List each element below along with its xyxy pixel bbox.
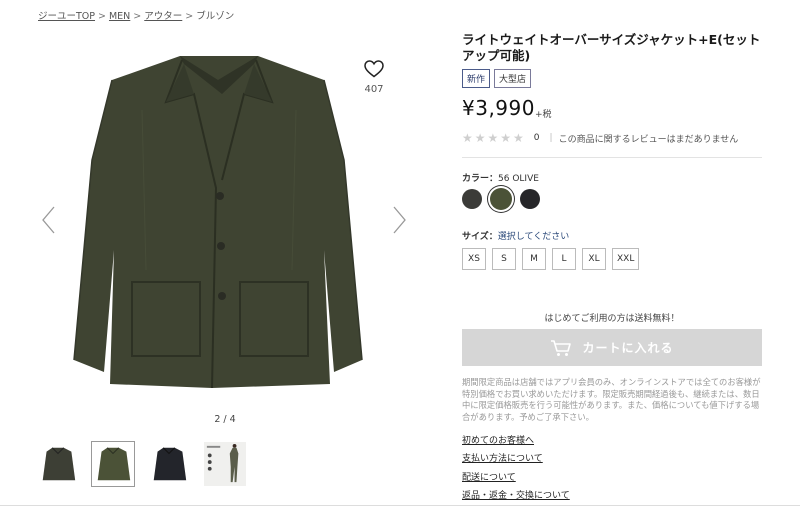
size-option-s[interactable]: S <box>492 248 516 270</box>
badge-large-store: 大型店 <box>494 69 532 88</box>
add-to-cart-label: カートに入れる <box>582 341 674 355</box>
image-pager: 2 / 4 <box>214 414 236 425</box>
badge-new: 新作 <box>462 69 491 88</box>
carousel-prev-arrow-icon[interactable] <box>40 205 56 235</box>
size-prompt: 選択してください <box>497 232 570 242</box>
free-shipping-note: はじめてご利用の方は送料無料！ <box>544 314 680 324</box>
breadcrumb: ジーユーTOP > MEN > アウター > ブルゾン <box>38 8 234 22</box>
size-label-title: サイズ： <box>462 232 498 242</box>
price: ¥3,990 <box>462 96 535 120</box>
star-rating-icon: ★★★★★ <box>462 131 526 145</box>
size-option-m[interactable]: M <box>522 248 546 270</box>
swatch-olive[interactable] <box>490 188 512 210</box>
swatch-dark-gray[interactable] <box>462 189 482 209</box>
badge-group: 新作 大型店 <box>462 69 532 88</box>
review-text: この商品に関するレビューはまだありません <box>558 134 739 145</box>
breadcrumb-link-top[interactable]: ジーユーTOP <box>38 11 95 22</box>
review-count: 0 <box>533 133 540 143</box>
size-option-xxl[interactable]: XXL <box>612 248 640 270</box>
breadcrumb-link-men[interactable]: MEN <box>109 11 130 22</box>
cart-icon <box>551 339 572 356</box>
link-first-time[interactable]: 初めてのお客様へ <box>462 433 570 446</box>
thumbnail-1[interactable] <box>36 441 80 487</box>
thumbnail-2[interactable] <box>91 441 135 487</box>
review-summary: ★★★★★ 0 | この商品に関するレビューはまだありません <box>462 131 738 145</box>
size-option-xs[interactable]: XS <box>462 248 486 270</box>
color-swatches <box>462 188 540 210</box>
heart-icon[interactable] <box>364 60 384 78</box>
thumbnail-3[interactable] <box>147 441 191 487</box>
product-main-image[interactable] <box>62 50 374 390</box>
tax-label: +税 <box>535 110 552 120</box>
breadcrumb-current: ブルゾン <box>196 11 235 22</box>
help-links: 初めてのお客様へ 支払い方法について 配送について 返品・返金・交換について <box>462 433 570 507</box>
color-value: 56 OLIVE <box>498 174 539 184</box>
swatch-black[interactable] <box>520 189 540 209</box>
carousel-next-arrow-icon[interactable] <box>392 205 408 235</box>
breadcrumb-separator: > <box>133 11 142 22</box>
size-options: XS S M L XL XXL <box>462 248 640 270</box>
size-label: サイズ：選択してください <box>462 229 569 242</box>
breadcrumb-separator: > <box>98 11 106 22</box>
color-label: カラー：56 OLIVE <box>462 171 539 184</box>
favorite-button[interactable] <box>362 60 386 78</box>
breadcrumb-link-outer[interactable]: アウター <box>144 11 182 22</box>
size-option-xl[interactable]: XL <box>582 248 606 270</box>
color-label-title: カラー： <box>462 174 499 184</box>
thumbnail-4[interactable] <box>203 441 247 487</box>
link-shipping[interactable]: 配送について <box>462 470 570 483</box>
size-option-l[interactable]: L <box>552 248 576 270</box>
link-payment[interactable]: 支払い方法について <box>462 451 570 464</box>
divider <box>0 505 800 506</box>
breadcrumb-separator: > <box>185 11 194 22</box>
product-title: ライトウェイトオーバーサイズジャケット+E(セットアップ可能) <box>462 32 761 63</box>
add-to-cart-button[interactable]: カートに入れる <box>462 329 762 366</box>
divider <box>462 157 762 158</box>
favorite-count: 407 <box>364 84 384 95</box>
limited-price-notice: 期間限定商品は店舗ではアプリ会員のみ、オンラインストアでは全てのお客様が特別価格… <box>462 377 761 422</box>
review-divider: | <box>549 133 553 143</box>
link-returns[interactable]: 返品・返金・交換について <box>462 488 570 501</box>
